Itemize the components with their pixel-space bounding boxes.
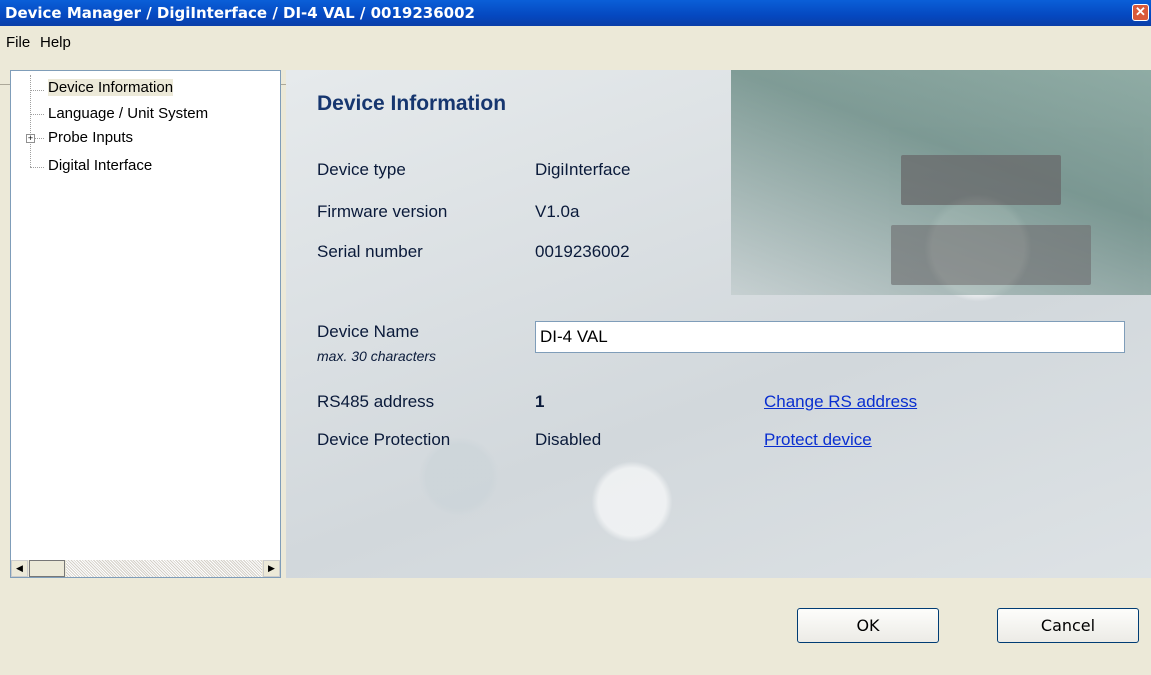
- device-protection-label: Device Protection: [317, 430, 451, 449]
- menu-bar: File Help: [0, 26, 1151, 85]
- firmware-version-value: V1.0a: [535, 202, 580, 221]
- ok-button[interactable]: OK: [797, 608, 939, 643]
- window-title: Device Manager / DigiInterface / DI-4 VA…: [5, 4, 475, 22]
- firmware-version-label: Firmware version: [317, 202, 448, 221]
- cancel-button[interactable]: Cancel: [997, 608, 1139, 643]
- device-protection-value: Disabled: [535, 430, 602, 449]
- device-name-input[interactable]: [535, 321, 1125, 353]
- tree-item-device-information[interactable]: Device Information: [48, 79, 174, 96]
- tree-connector: [30, 75, 31, 167]
- tree-connector: [30, 90, 44, 91]
- scroll-left-icon[interactable]: ◀: [11, 560, 28, 577]
- tree-item-language-unit-system[interactable]: Language / Unit System: [48, 105, 208, 122]
- scroll-track[interactable]: [66, 560, 262, 577]
- menu-help[interactable]: Help: [40, 34, 71, 51]
- serial-number-label: Serial number: [317, 242, 423, 261]
- horizontal-scrollbar[interactable]: ◀ ▶: [11, 560, 280, 577]
- device-information-panel: Device Information Device type DigiInter…: [286, 70, 1151, 578]
- close-button[interactable]: ✕: [1132, 4, 1149, 21]
- device-name-hint: max. 30 characters: [317, 348, 437, 364]
- navigation-tree[interactable]: Device Information Language / Unit Syste…: [10, 70, 281, 578]
- scroll-right-icon[interactable]: ▶: [263, 560, 280, 577]
- device-type-label: Device type: [317, 160, 406, 179]
- protect-device-link[interactable]: Protect device: [764, 430, 872, 450]
- dialog-footer: OK Cancel: [0, 578, 1151, 675]
- change-rs-address-link[interactable]: Change RS address: [764, 392, 917, 412]
- device-type-value: DigiInterface: [535, 160, 631, 179]
- page-title: Device Information: [317, 92, 507, 115]
- chip-graphic: [901, 155, 1061, 205]
- rs485-address-label: RS485 address: [317, 392, 435, 411]
- tree-item-probe-inputs[interactable]: Probe Inputs: [48, 129, 133, 146]
- device-name-label: Device Name: [317, 322, 420, 341]
- rs485-address-value: 1: [535, 392, 545, 411]
- tree-connector: [35, 138, 44, 139]
- scroll-thumb[interactable]: [29, 560, 65, 577]
- circuit-board-image: [731, 70, 1151, 295]
- expand-icon[interactable]: +: [26, 134, 35, 143]
- menu-file[interactable]: File: [6, 34, 30, 51]
- tree-connector: [30, 114, 44, 115]
- title-bar: Device Manager / DigiInterface / DI-4 VA…: [0, 0, 1151, 26]
- serial-number-value: 0019236002: [535, 242, 630, 261]
- tree-item-digital-interface[interactable]: Digital Interface: [48, 157, 152, 174]
- tree-connector: [30, 167, 44, 168]
- chip-graphic: [891, 225, 1091, 285]
